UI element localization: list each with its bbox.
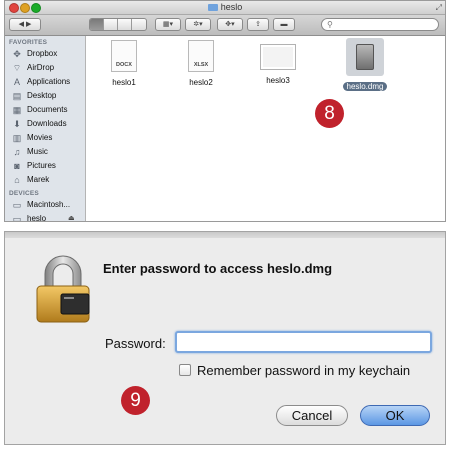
- sidebar-item-label: Applications: [27, 77, 71, 86]
- icon-view-icon[interactable]: [90, 19, 104, 30]
- list-view-icon[interactable]: [104, 19, 118, 30]
- back-forward-buttons[interactable]: ◀ ▶: [9, 18, 41, 31]
- docx-file-icon: DOCX: [111, 40, 137, 72]
- remember-password-checkbox[interactable]: [179, 364, 191, 376]
- sidebar-item-label: heslo: [27, 214, 47, 222]
- home-icon: ⌂: [14, 175, 20, 185]
- sidebar-item[interactable]: ✥ Dropbox: [5, 47, 85, 61]
- sidebar-item-label: Pictures: [27, 161, 56, 170]
- sidebar-item-label: AirDrop: [27, 63, 55, 72]
- desktop-icon: ▤: [12, 91, 22, 101]
- search-field[interactable]: ⚲: [321, 18, 439, 31]
- password-dialog: Enter password to access heslo.dmg Passw…: [4, 231, 446, 445]
- sidebar-favorites-header: FAVORITES: [9, 39, 48, 46]
- gear-icon: ✲▾: [193, 21, 203, 28]
- dropbox-icon: ✥: [13, 49, 21, 59]
- dropbox-button[interactable]: ✥▾: [217, 18, 243, 31]
- cover-flow-icon[interactable]: [132, 19, 146, 30]
- sidebar-item[interactable]: ◙ Pictures: [5, 159, 85, 173]
- dropbox-icon: ✥▾: [225, 21, 235, 28]
- file-item[interactable]: XLSX heslo2: [166, 40, 236, 87]
- devices-list: ▭ Macintosh... ▭ heslo ⏏: [5, 198, 85, 222]
- remember-password-label[interactable]: Remember password in my keychain: [197, 363, 410, 378]
- tag-icon: ▬: [280, 21, 288, 28]
- arrange-button[interactable]: ▦▾: [155, 18, 181, 31]
- step-badge-9: 9: [121, 386, 150, 415]
- dialog-top-bar: [5, 232, 445, 238]
- search-icon: ⚲: [327, 20, 333, 29]
- back-arrow-icon[interactable]: ◀: [19, 21, 24, 28]
- file-type-tag: DOCX: [116, 62, 132, 68]
- sidebar-devices-header: DEVICES: [9, 190, 39, 197]
- share-button[interactable]: ⇪: [247, 18, 269, 31]
- sidebar-item[interactable]: ▭ Macintosh...: [5, 198, 85, 212]
- password-label: Password:: [105, 336, 166, 351]
- sidebar-item[interactable]: ⌂ Marek: [5, 173, 85, 187]
- movies-icon: ▥: [12, 133, 22, 143]
- sidebar-item[interactable]: ▦ Documents: [5, 103, 85, 117]
- sidebar-item[interactable]: A Applications: [5, 75, 85, 89]
- sidebar-item[interactable]: ⌔ AirDrop: [5, 61, 85, 75]
- tags-button[interactable]: ▬: [273, 18, 295, 31]
- hard-disk-icon: ▭: [12, 200, 22, 210]
- sidebar-item[interactable]: ▤ Desktop: [5, 89, 85, 103]
- sidebar-item[interactable]: ⬇ Downloads: [5, 117, 85, 131]
- favorites-list: ✥ Dropbox ⌔ AirDrop A Applications ▤ Desktop ▦ Do…: [5, 47, 85, 187]
- disk-image-icon: [346, 38, 384, 76]
- sidebar-item-label: Macintosh...: [27, 200, 71, 209]
- applications-icon: A: [13, 77, 20, 87]
- downloads-icon: ⬇: [13, 119, 21, 129]
- documents-icon: ▦: [12, 105, 22, 115]
- action-button[interactable]: ✲▾: [185, 18, 211, 31]
- sidebar-item-label: Marek: [27, 175, 50, 184]
- airdrop-icon: ⌔: [12, 63, 22, 73]
- disk-image-icon: ▭: [12, 214, 22, 222]
- sidebar-item-label: Desktop: [27, 91, 57, 100]
- toolbar: ◀ ▶ ▦▾ ✲▾ ✥▾ ⇪ ▬ ⚲: [5, 15, 445, 36]
- sidebar-item[interactable]: ▭ heslo ⏏: [5, 212, 85, 222]
- sidebar-item-label: Downloads: [27, 119, 67, 128]
- sidebar-item-label: Dropbox: [27, 49, 58, 58]
- sidebar-item[interactable]: ♫ Music: [5, 145, 85, 159]
- file-area: DOCX heslo1 XLSX heslo2 heslo3 heslo.dmg: [86, 36, 445, 221]
- document-icon: [260, 44, 296, 70]
- fullscreen-icon[interactable]: ⤢: [436, 3, 442, 13]
- password-field[interactable]: [175, 331, 432, 353]
- window-title-text: heslo: [220, 2, 243, 12]
- file-type-tag: XLSX: [193, 62, 209, 68]
- file-name: heslo.dmg: [342, 82, 388, 91]
- finder-window: heslo ⤢ ◀ ▶ ▦▾ ✲▾ ✥▾ ⇪ ▬ ⚲ FAVORITES ✥ Dr…: [4, 0, 446, 222]
- view-mode-segmented-control[interactable]: [89, 18, 147, 31]
- lock-icon: [36, 255, 90, 323]
- cancel-button[interactable]: Cancel: [276, 405, 348, 426]
- file-item[interactable]: heslo.dmg: [330, 38, 400, 94]
- xlsx-file-icon: XLSX: [188, 40, 214, 72]
- file-item[interactable]: heslo3: [243, 40, 313, 85]
- share-icon: ⇪: [255, 21, 261, 28]
- file-name: heslo3: [266, 76, 290, 85]
- dialog-title: Enter password to access heslo.dmg: [103, 261, 333, 276]
- pictures-icon: ◙: [14, 161, 20, 171]
- disk-icon: [356, 44, 374, 70]
- arrange-icon: ▦▾: [162, 21, 174, 28]
- folder-icon: [207, 4, 218, 11]
- forward-arrow-icon[interactable]: ▶: [26, 21, 31, 28]
- title-bar: heslo ⤢: [5, 1, 445, 15]
- eject-icon[interactable]: ⏏: [68, 212, 75, 221]
- sidebar-item-label: Documents: [27, 105, 68, 114]
- sidebar-item-label: Movies: [27, 133, 53, 142]
- file-name: heslo2: [189, 78, 213, 87]
- sidebar-item[interactable]: ▥ Movies: [5, 131, 85, 145]
- sidebar: FAVORITES ✥ Dropbox ⌔ AirDrop A Applications ▤…: [5, 36, 86, 221]
- file-item[interactable]: DOCX heslo1: [89, 40, 159, 87]
- window-title: heslo: [5, 1, 445, 14]
- step-badge-8: 8: [315, 99, 344, 128]
- column-view-icon[interactable]: [118, 19, 132, 30]
- ok-button[interactable]: OK: [360, 405, 430, 426]
- file-name: heslo1: [112, 78, 136, 87]
- music-icon: ♫: [13, 147, 21, 157]
- sidebar-item-label: Music: [27, 147, 48, 156]
